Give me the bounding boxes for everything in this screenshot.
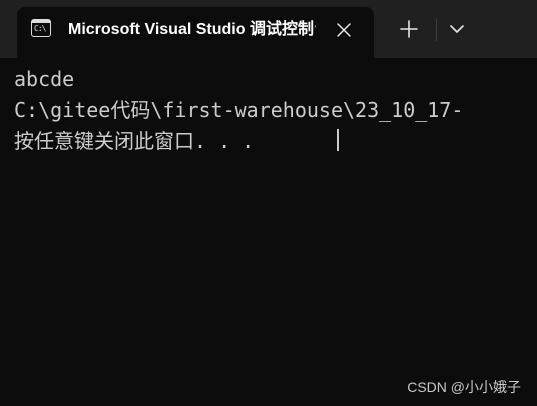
tab-debug-console[interactable]: C:\ Microsoft Visual Studio 调试控制台 — [17, 7, 374, 58]
console-line-exit-path: C:\gitee代码\first-warehouse\23_10_17- — [14, 98, 464, 122]
watermark: CSDN @小小娥子 — [407, 379, 521, 395]
text-cursor — [337, 129, 339, 151]
close-icon — [337, 23, 351, 37]
console-line-press-any-key: 按任意键关闭此窗口. . . — [14, 129, 255, 153]
plus-icon — [400, 20, 418, 38]
title-bar: C:\ Microsoft Visual Studio 调试控制台 — [0, 0, 537, 58]
console-icon-titlebar — [32, 20, 50, 23]
console-app-icon: C:\ — [31, 19, 51, 37]
console-output-area[interactable]: abcde C:\gitee代码\first-warehouse\23_10_1… — [0, 58, 537, 406]
console-line-output: abcde — [14, 67, 75, 91]
tab-dropdown-button[interactable] — [440, 12, 474, 46]
console-icon-glyph: C:\ — [34, 24, 46, 33]
tab-close-button[interactable] — [332, 18, 356, 42]
toolbar-divider — [436, 19, 437, 41]
tab-title: Microsoft Visual Studio 调试控制台 — [68, 21, 316, 38]
chevron-down-icon — [450, 25, 464, 33]
new-tab-button[interactable] — [392, 12, 426, 46]
